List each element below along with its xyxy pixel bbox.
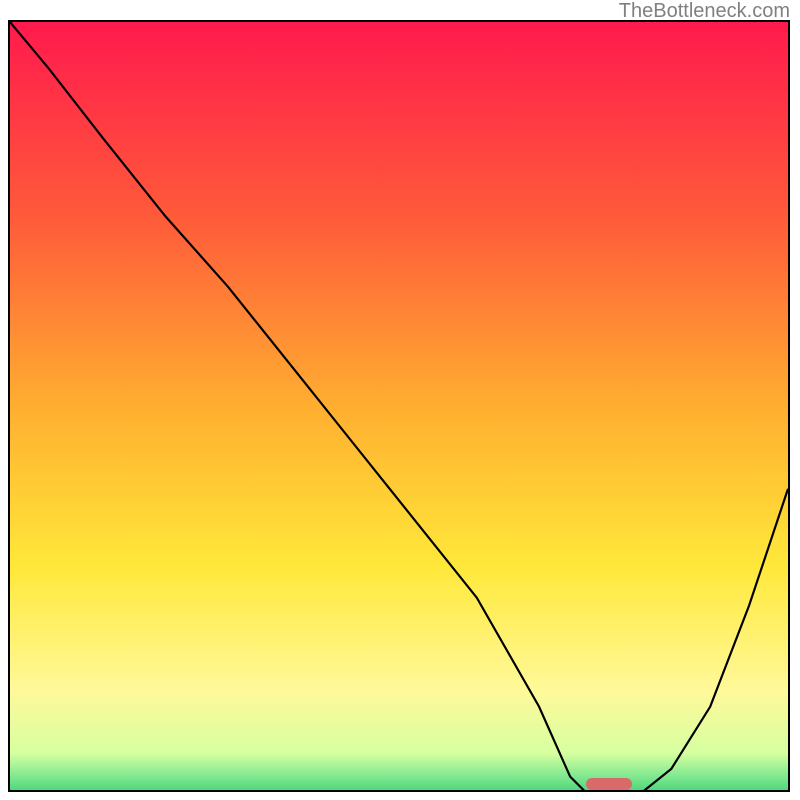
optimal-point-marker bbox=[586, 778, 633, 790]
chart-frame bbox=[8, 20, 790, 792]
bottleneck-curve bbox=[10, 22, 788, 792]
